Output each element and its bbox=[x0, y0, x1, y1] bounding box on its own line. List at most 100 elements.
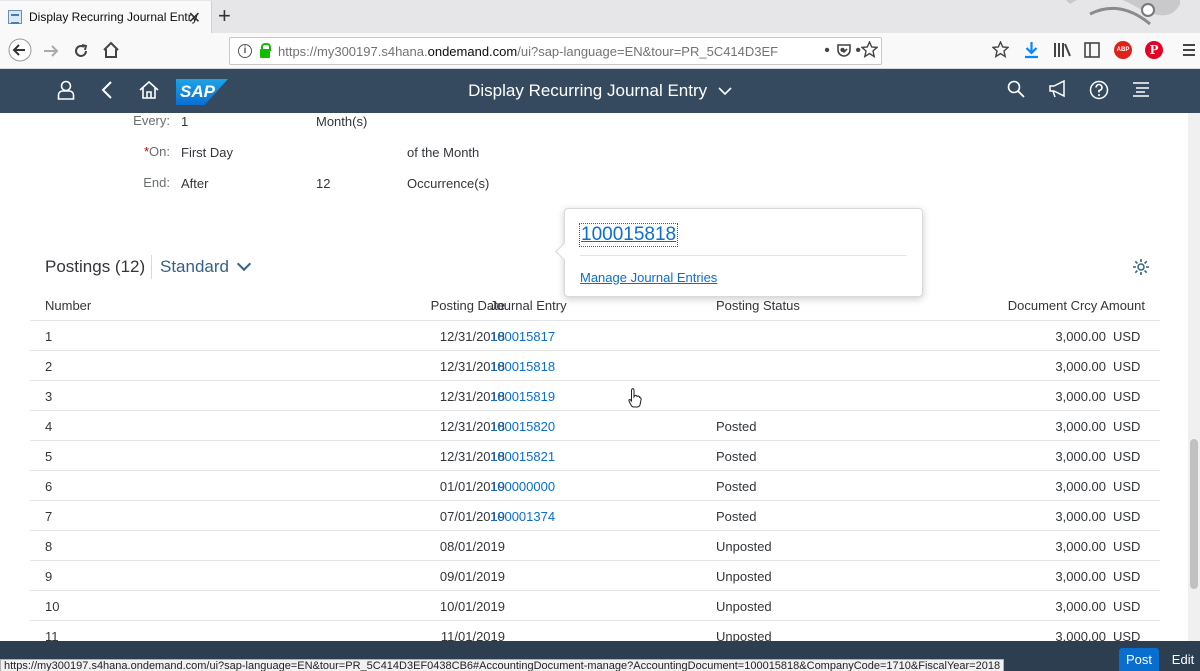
notifications-megaphone-icon[interactable] bbox=[1048, 80, 1068, 98]
amount-cell: 3,000.00 bbox=[1055, 599, 1106, 614]
posting-status-cell: Unposted bbox=[716, 569, 772, 584]
journal-entry-link[interactable]: 100001374 bbox=[490, 509, 555, 524]
journal-entry-popover: 100015818 Manage Journal Entries bbox=[564, 208, 923, 297]
adblock-plus-icon[interactable]: ABP bbox=[1114, 41, 1132, 59]
journal-entry-link[interactable]: 100015819 bbox=[490, 389, 555, 404]
posting-status-cell: Posted bbox=[716, 509, 757, 524]
posting-status-cell: Unposted bbox=[716, 539, 772, 554]
variant-management[interactable]: Standard bbox=[151, 255, 252, 279]
amount-cell: 3,000.00 bbox=[1055, 359, 1106, 374]
number-cell: 3 bbox=[45, 389, 53, 404]
new-tab-button[interactable]: + bbox=[218, 3, 231, 29]
browser-nav-bar: i https://my300197.s4hana.ondemand.com/u… bbox=[0, 33, 1200, 69]
every-label: Every: bbox=[133, 113, 170, 128]
currency-cell: USD bbox=[1113, 509, 1141, 524]
table-row[interactable]: 5 12/31/2018 100015821 Posted 3,000.00 USD bbox=[30, 441, 1160, 471]
table-row[interactable]: 11 11/01/2019 Unposted 3,000.00 USD bbox=[30, 621, 1160, 641]
post-button[interactable]: Post bbox=[1119, 648, 1159, 671]
bookmarks-star-icon[interactable] bbox=[992, 41, 1009, 58]
download-icon[interactable] bbox=[1023, 41, 1040, 59]
hand-pointer-cursor-icon bbox=[628, 388, 642, 408]
browser-tab-bar: Display Recurring Journal Entry ✕ + bbox=[0, 0, 1200, 33]
posting-date-cell: 09/01/2019 bbox=[439, 569, 505, 584]
end-value: After bbox=[181, 176, 209, 191]
currency-cell: USD bbox=[1113, 479, 1141, 494]
table-row[interactable]: 7 07/01/2019 100001374 Posted 3,000.00 USD bbox=[30, 501, 1160, 531]
number-cell: 6 bbox=[45, 479, 53, 494]
popover-journal-entry-link[interactable]: 100015818 bbox=[578, 223, 679, 247]
sap-shell-bar: SAP Display Recurring Journal Entry bbox=[0, 69, 1200, 113]
journal-entry-link[interactable]: 100015817 bbox=[490, 329, 555, 344]
number-cell: 2 bbox=[45, 359, 53, 374]
column-header-posting-status[interactable]: Posting Status bbox=[716, 298, 800, 313]
library-icon[interactable] bbox=[1053, 42, 1071, 58]
number-cell: 1 bbox=[45, 329, 53, 344]
every-value: 1 bbox=[181, 114, 189, 129]
journal-entry-link[interactable]: 100015818 bbox=[490, 359, 555, 374]
on-label: *On: bbox=[143, 144, 170, 159]
on-value: First Day bbox=[181, 145, 233, 160]
close-tab-icon[interactable]: ✕ bbox=[188, 8, 201, 28]
column-header-journal-entry[interactable]: Journal Entry bbox=[490, 298, 567, 313]
table-row[interactable]: 1 12/31/2018 100015817 3,000.00 USD bbox=[30, 321, 1160, 351]
back-arrow-icon[interactable] bbox=[8, 38, 32, 62]
amount-cell: 3,000.00 bbox=[1055, 539, 1106, 554]
number-cell: 5 bbox=[45, 449, 53, 464]
journal-entry-link[interactable]: 100015821 bbox=[490, 449, 555, 464]
amount-cell: 3,000.00 bbox=[1055, 509, 1106, 524]
reload-icon[interactable] bbox=[72, 42, 90, 60]
vertical-scrollbar[interactable] bbox=[1188, 113, 1200, 641]
journal-entry-link[interactable]: 100000000 bbox=[490, 479, 555, 494]
edit-button[interactable]: Edit bbox=[1166, 648, 1200, 671]
help-icon[interactable] bbox=[1089, 80, 1109, 100]
table-settings-gear-icon[interactable] bbox=[1132, 258, 1150, 276]
table-row[interactable]: 9 09/01/2019 Unposted 3,000.00 USD bbox=[30, 561, 1160, 591]
page-favicon-icon bbox=[8, 10, 22, 24]
currency-cell: USD bbox=[1113, 569, 1141, 584]
scrollbar-thumb[interactable] bbox=[1190, 439, 1198, 589]
posting-status-cell: Posted bbox=[716, 449, 757, 464]
table-row[interactable]: 10 10/01/2019 Unposted 3,000.00 USD bbox=[30, 591, 1160, 621]
url-text[interactable]: https://my300197.s4hana.ondemand.com/ui?… bbox=[278, 44, 798, 59]
browser-tab[interactable]: Display Recurring Journal Entry ✕ bbox=[0, 1, 212, 33]
column-header-amount[interactable]: Document Crcy Amount bbox=[1008, 298, 1145, 313]
bookmark-star-icon[interactable] bbox=[861, 41, 878, 58]
home-icon[interactable] bbox=[102, 41, 120, 59]
amount-cell: 3,000.00 bbox=[1055, 419, 1106, 434]
site-info-icon[interactable]: i bbox=[238, 44, 252, 58]
table-row[interactable]: 2 12/31/2018 100015818 3,000.00 USD bbox=[30, 351, 1160, 381]
forward-arrow-icon[interactable] bbox=[42, 42, 60, 60]
table-row[interactable]: 6 01/01/2019 100000000 Posted 3,000.00 USD bbox=[30, 471, 1160, 501]
title-chevron-down-icon[interactable] bbox=[718, 86, 732, 96]
journal-entry-link[interactable]: 100015820 bbox=[490, 419, 555, 434]
currency-cell: USD bbox=[1113, 329, 1141, 344]
table-row[interactable]: 8 08/01/2019 Unposted 3,000.00 USD bbox=[30, 531, 1160, 561]
pinterest-icon[interactable]: P bbox=[1145, 41, 1163, 59]
posting-date-cell: 11/01/2019 bbox=[440, 629, 505, 641]
amount-cell: 3,000.00 bbox=[1055, 629, 1106, 641]
table-row[interactable]: 3 12/31/2018 100015819 3,000.00 USD bbox=[30, 381, 1160, 411]
pocket-icon[interactable] bbox=[836, 42, 852, 58]
secure-lock-icon bbox=[260, 42, 271, 58]
on-suffix: of the Month bbox=[407, 145, 480, 160]
me-area-menu-icon[interactable] bbox=[1131, 80, 1151, 98]
number-cell: 9 bbox=[45, 569, 53, 584]
chevron-down-icon bbox=[236, 256, 252, 272]
amount-cell: 3,000.00 bbox=[1055, 479, 1106, 494]
browser-status-url: https://my300197.s4hana.ondemand.com/ui?… bbox=[0, 659, 1005, 671]
currency-cell: USD bbox=[1113, 449, 1141, 464]
manage-journal-entries-link[interactable]: Manage Journal Entries bbox=[580, 270, 717, 285]
address-bar[interactable]: i https://my300197.s4hana.ondemand.com/u… bbox=[229, 37, 882, 65]
table-row[interactable]: 4 12/31/2018 100015820 Posted 3,000.00 USD bbox=[30, 411, 1160, 441]
posting-status-cell: Posted bbox=[716, 419, 757, 434]
sidebar-toggle-icon[interactable] bbox=[1084, 42, 1100, 58]
browser-menu-icon[interactable] bbox=[1182, 42, 1196, 58]
column-header-number[interactable]: Number bbox=[45, 298, 91, 313]
search-icon[interactable] bbox=[1007, 80, 1025, 98]
number-cell: 8 bbox=[45, 539, 53, 554]
amount-cell: 3,000.00 bbox=[1055, 569, 1106, 584]
amount-cell: 3,000.00 bbox=[1055, 389, 1106, 404]
object-page-content: Every: 1 Month(s) *On: First Day of the … bbox=[0, 113, 1188, 641]
posting-date-cell: 10/01/2019 bbox=[439, 599, 505, 614]
tab-title: Display Recurring Journal Entry bbox=[29, 10, 198, 24]
